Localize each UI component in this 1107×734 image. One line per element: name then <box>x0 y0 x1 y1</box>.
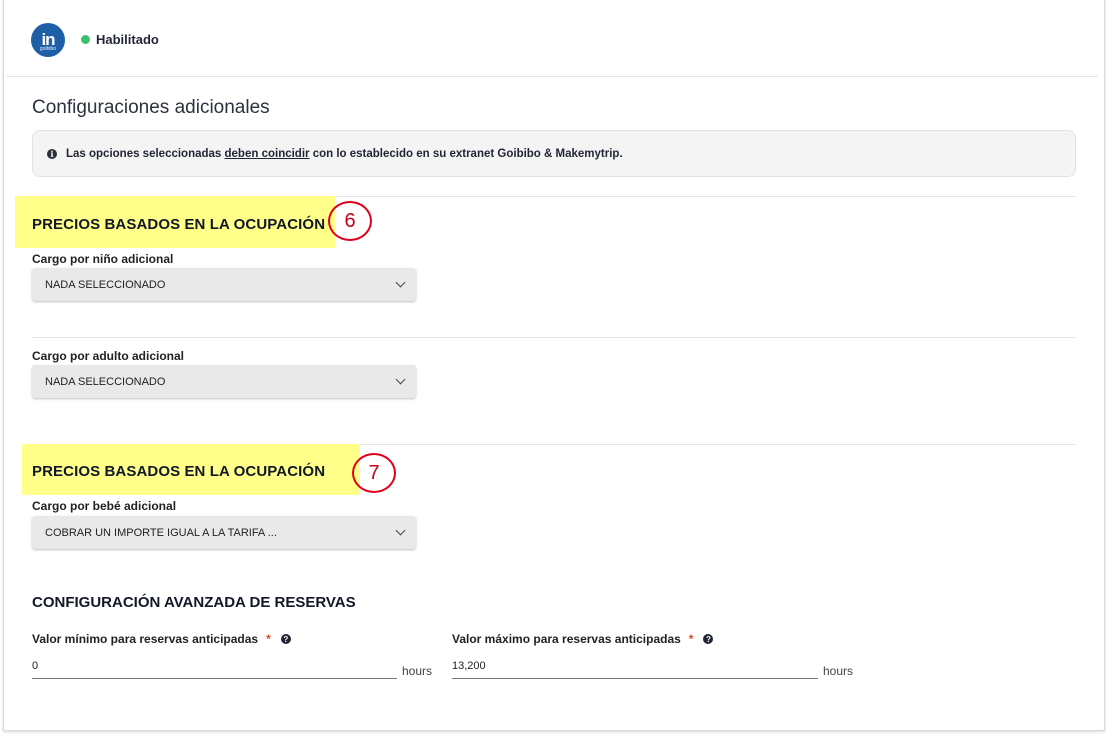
child-charge-label: Cargo por niño adicional <box>32 252 174 266</box>
adult-charge-select[interactable]: NADA SELECCIONADO <box>32 365 416 398</box>
status-label: Habilitado <box>96 32 159 47</box>
infant-charge-label: Cargo por bebé adicional <box>32 499 177 513</box>
notice-text-emphasis: deben coincidir <box>224 147 310 160</box>
child-charge-select[interactable]: NADA SELECCIONADO <box>32 268 416 301</box>
chevron-down-icon <box>395 525 406 536</box>
max-advance-unit: hours <box>823 664 854 678</box>
chevron-down-icon <box>395 277 406 288</box>
chevron-down-icon <box>395 374 406 385</box>
divider <box>32 337 1076 338</box>
status-dot-icon <box>81 35 90 44</box>
max-advance-input[interactable]: 13,200 <box>452 654 818 679</box>
min-advance-label: Valor mínimo para reservas anticipadas *… <box>32 632 291 646</box>
occupancy-pricing-title: PRECIOS BASADOS EN LA OCUPACIÓN <box>32 216 326 233</box>
infant-charge-select[interactable]: COBRAR UN IMPORTE IGUAL A LA TARIFA ... <box>32 516 416 549</box>
notice-text-after: con lo establecido en su extranet Goibib… <box>309 147 623 160</box>
adult-charge-value: NADA SELECCIONADO <box>45 375 166 388</box>
advanced-booking-title: CONFIGURACIÓN AVANZADA DE RESERVAS <box>32 594 356 611</box>
infant-charge-value: COBRAR UN IMPORTE IGUAL A LA TARIFA ... <box>45 526 277 539</box>
header: in goibibo Habilitado <box>6 0 1098 77</box>
min-advance-unit: hours <box>402 664 433 678</box>
min-advance-input[interactable]: 0 <box>32 654 397 679</box>
child-charge-value: NADA SELECCIONADO <box>45 278 166 291</box>
required-mark: * <box>266 632 271 646</box>
annotation-callout-7: 7 <box>352 453 396 493</box>
brand-logo: in goibibo <box>31 23 65 57</box>
required-mark: * <box>688 632 694 646</box>
annotation-callout-6: 6 <box>328 201 372 241</box>
min-advance-label-text: Valor mínimo para reservas anticipadas <box>32 632 259 646</box>
notice-text: Las opciones seleccionadas deben coincid… <box>66 148 623 160</box>
notice-text-before: Las opciones seleccionadas <box>66 147 225 160</box>
help-icon[interactable]: ? <box>280 634 291 644</box>
status-indicator: Habilitado <box>81 32 159 47</box>
info-icon: i <box>47 148 57 159</box>
max-advance-label: Valor máximo para reservas anticipadas *… <box>452 632 714 646</box>
info-notice: i Las opciones seleccionadas deben coinc… <box>32 130 1076 177</box>
occupancy-pricing-title-2: PRECIOS BASADOS EN LA OCUPACIÓN <box>32 463 326 480</box>
max-advance-label-text: Valor máximo para reservas anticipadas <box>452 632 681 646</box>
page-title: Configuraciones adicionales <box>32 97 270 118</box>
help-icon[interactable]: ? <box>703 634 714 644</box>
adult-charge-label: Cargo por adulto adicional <box>32 349 185 363</box>
logo-subtext: goibibo <box>39 46 57 52</box>
